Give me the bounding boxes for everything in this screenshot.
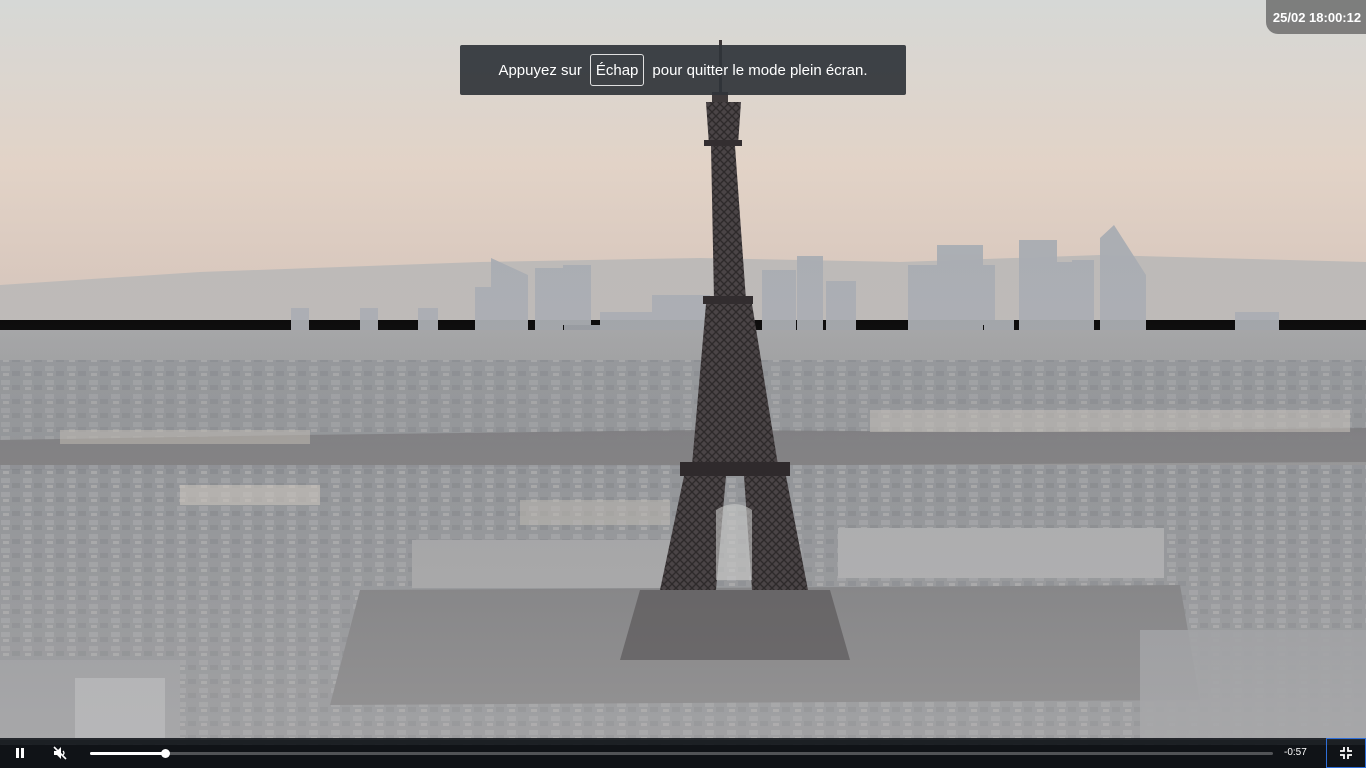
exit-fullscreen-button[interactable] <box>1326 738 1366 768</box>
pause-button[interactable] <box>0 738 40 768</box>
exit-fullscreen-icon <box>1340 747 1352 759</box>
mute-button[interactable] <box>40 738 80 768</box>
player-controls: -0:57 <box>0 738 1366 768</box>
video-frame[interactable] <box>0 0 1366 768</box>
time-remaining: -0:57 <box>1284 747 1307 758</box>
pause-icon <box>16 748 24 758</box>
seek-bar-progress <box>90 752 165 755</box>
seek-bar-handle[interactable] <box>160 749 170 758</box>
seek-bar[interactable] <box>90 749 1273 758</box>
speaker-muted-icon <box>53 746 67 760</box>
paris-cityscape-image <box>0 0 1366 745</box>
escape-key-hint: Échap <box>589 54 645 86</box>
fullscreen-exit-notice: Appuyez sur Échap pour quitter le mode p… <box>460 45 906 95</box>
timestamp-badge: 25/02 18:00:12 <box>1266 0 1366 34</box>
notice-suffix: pour quitter le mode plein écran. <box>652 61 868 79</box>
notice-prefix: Appuyez sur <box>498 61 582 79</box>
